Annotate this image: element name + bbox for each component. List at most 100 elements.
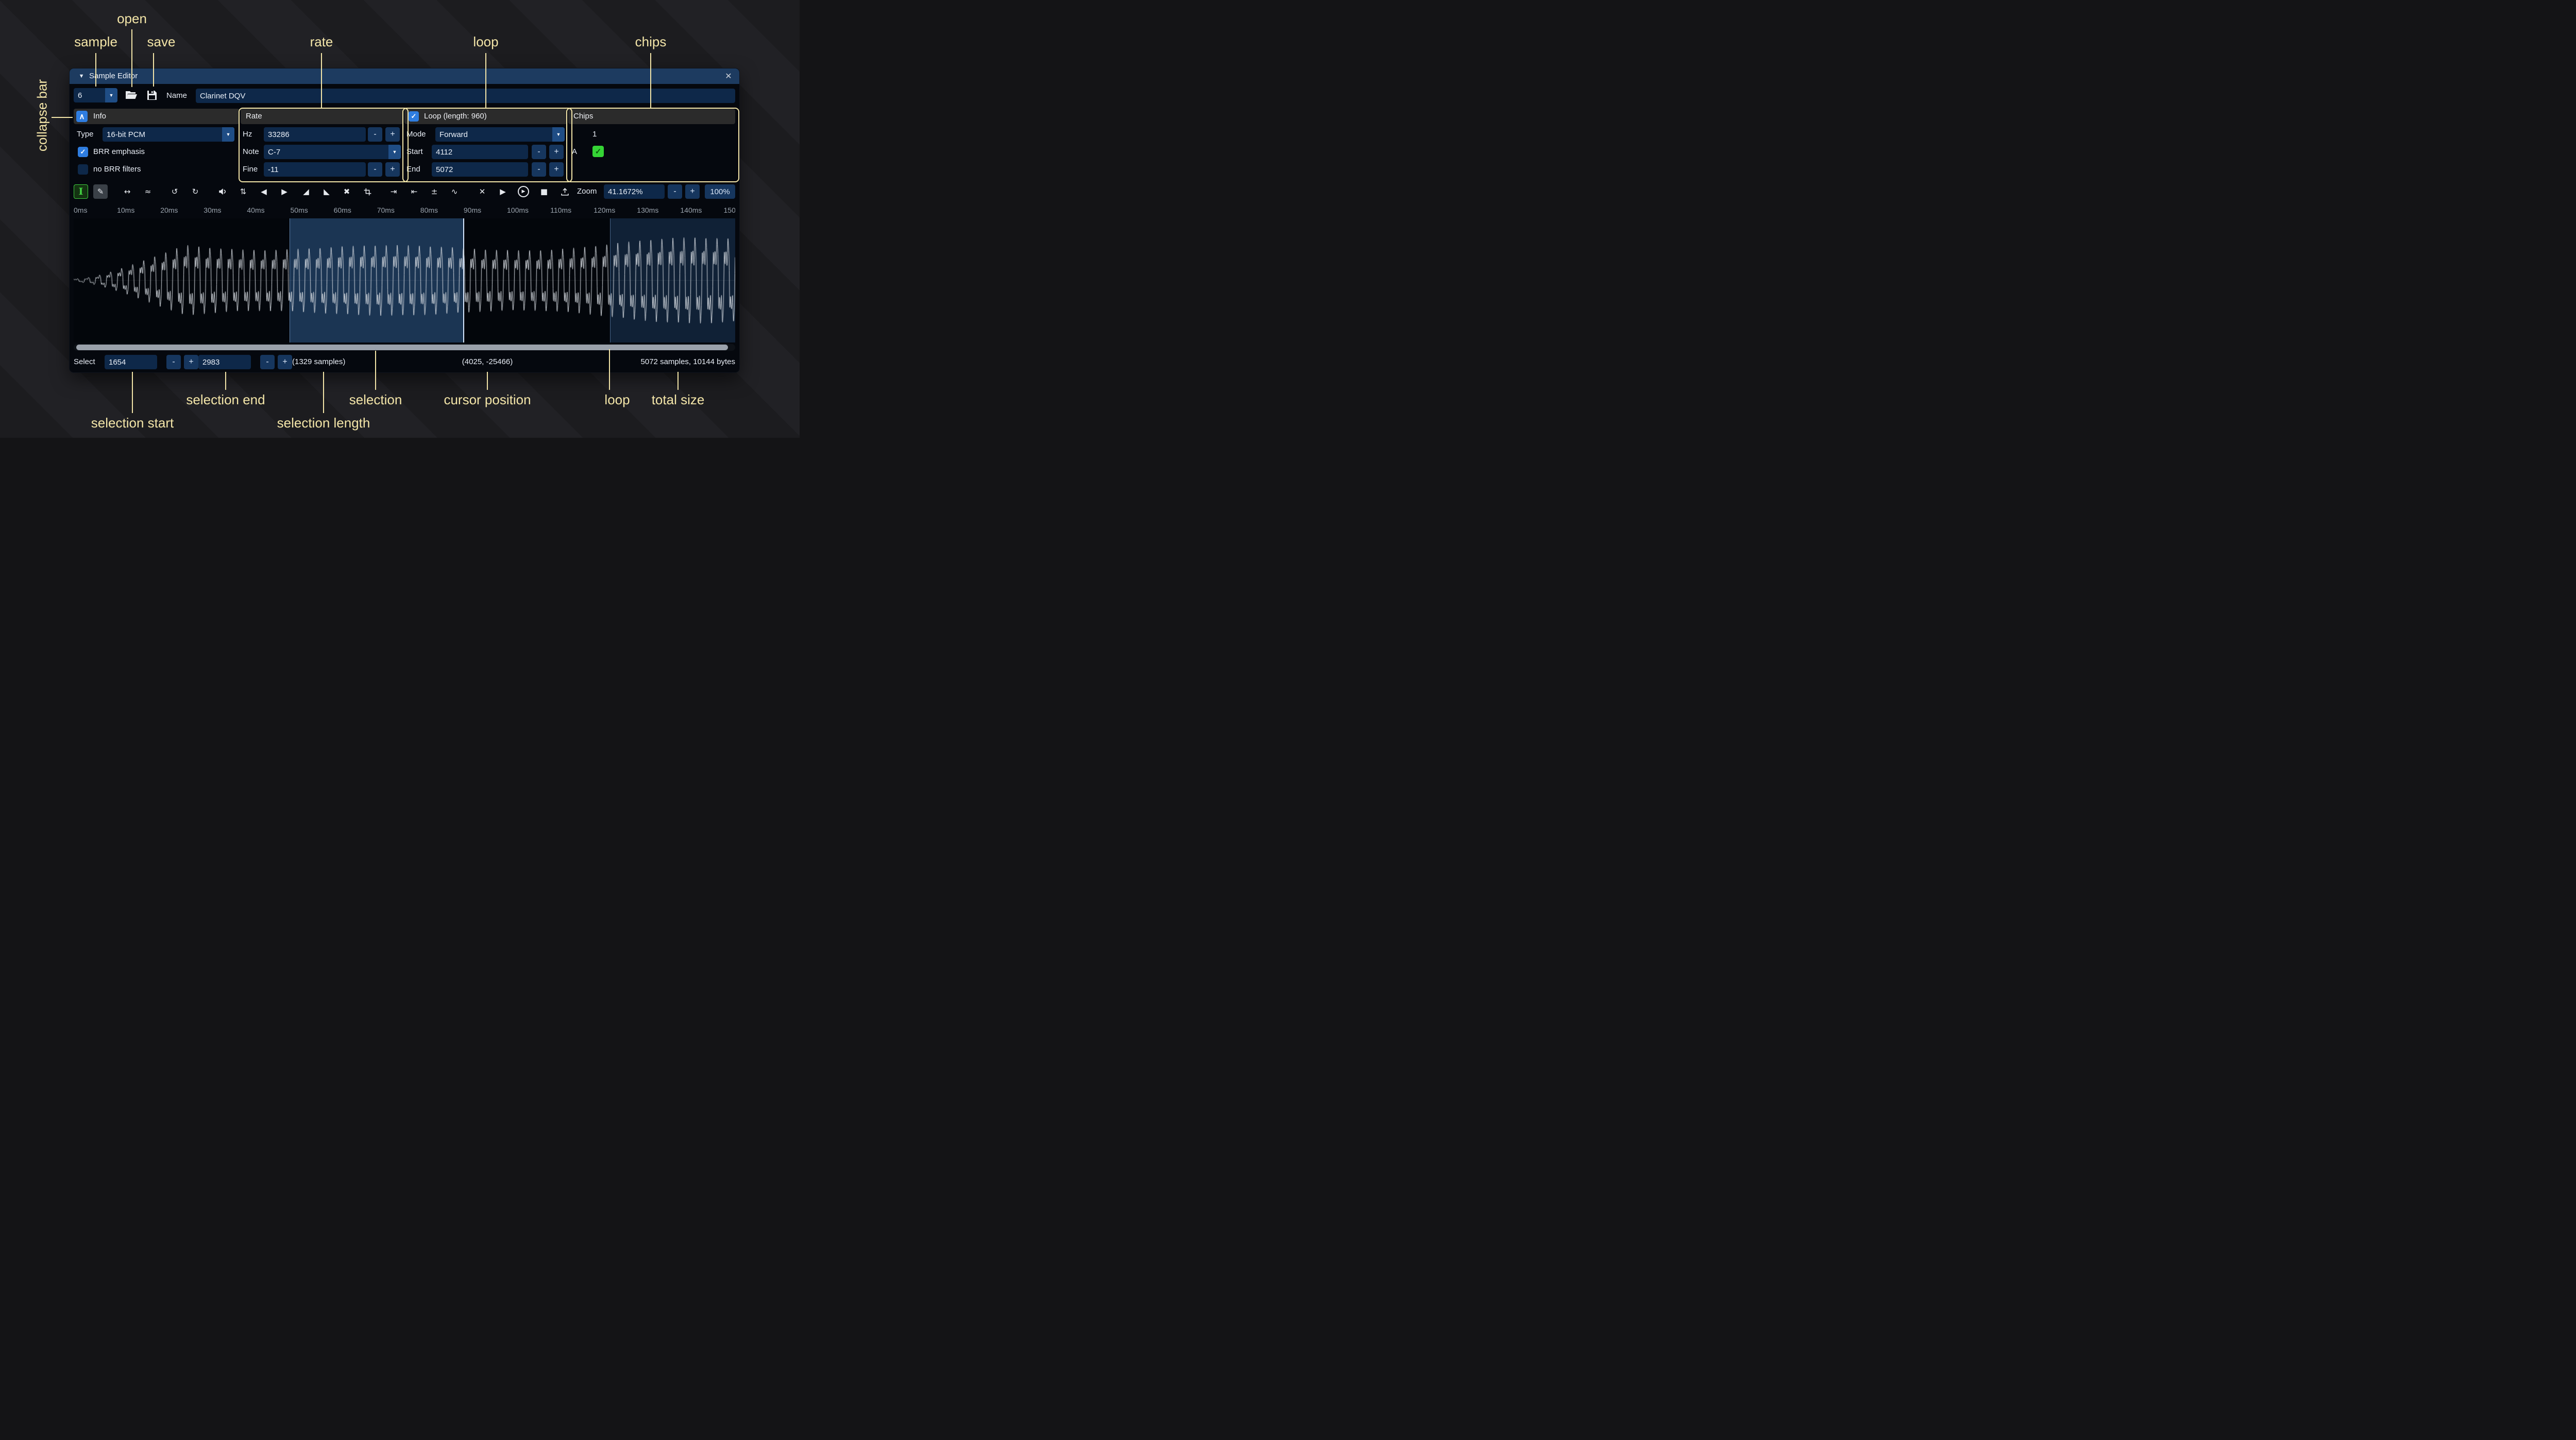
reverse-button[interactable]: ◀ xyxy=(257,184,271,199)
sign-invert-button[interactable]: ± xyxy=(427,184,442,199)
window-collapse-button[interactable]: ▼ xyxy=(76,68,87,84)
open-button[interactable] xyxy=(124,88,139,104)
annotation-selection-length-label: selection length xyxy=(277,415,370,431)
brr-emphasis-label: BRR emphasis xyxy=(93,145,145,159)
normalize-button[interactable]: ⇅ xyxy=(236,184,250,199)
preview-button[interactable]: ▶ xyxy=(496,184,510,199)
fine-input[interactable]: -11 xyxy=(264,162,366,177)
crossfade-icon: ✕ xyxy=(479,187,486,196)
loop-end-minus-button[interactable]: - xyxy=(532,162,546,177)
loop-mode-value: Forward xyxy=(439,130,468,139)
chip-a1-checkbox[interactable]: ✓ xyxy=(592,146,604,157)
zoom-input[interactable]: 41.1672% xyxy=(604,184,665,199)
crossfade-button[interactable]: ✕ xyxy=(475,184,489,199)
redo-button[interactable]: ↻ xyxy=(188,184,202,199)
loop-end-plus-button[interactable]: + xyxy=(549,162,564,177)
hz-label: Hz xyxy=(243,127,252,142)
sample-number-dropdown[interactable]: 6 ▼ xyxy=(74,88,117,102)
waveform-canvas[interactable] xyxy=(74,218,735,342)
fade-out-icon: ◣ xyxy=(324,187,330,196)
selection-end-minus-button[interactable]: - xyxy=(260,355,275,369)
fade-out-button[interactable]: ◣ xyxy=(319,184,334,199)
ruler-label: 120ms xyxy=(594,206,615,214)
loop-enable-checkbox[interactable]: ✓ xyxy=(409,111,419,122)
sample-toolbar: Zoom 41.1672% - + 100% I✎↔≈↺↻⇅◀▶◢◣✖⇥⇤±∿✕… xyxy=(74,184,735,199)
trim-button[interactable] xyxy=(360,184,375,199)
selection-end-plus-button[interactable]: + xyxy=(278,355,292,369)
amplify-button[interactable] xyxy=(215,184,230,199)
annotation-line xyxy=(132,372,133,413)
window-titlebar[interactable]: ▼ Sample Editor ✕ xyxy=(70,68,739,84)
no-brr-filters-checkbox[interactable] xyxy=(78,164,88,175)
resample-button[interactable]: ≈ xyxy=(141,184,155,199)
loop-end-label: End xyxy=(406,162,420,177)
insert-silence-button[interactable]: ⇥ xyxy=(386,184,401,199)
selection-start-input[interactable]: 1654 xyxy=(105,355,157,369)
draw-mode-icon: ✎ xyxy=(97,187,104,196)
loop-end-input[interactable]: 5072 xyxy=(432,162,528,177)
window-close-button[interactable]: ✕ xyxy=(722,68,735,84)
hz-minus-button[interactable]: - xyxy=(368,127,382,142)
draw-mode-button[interactable]: ✎ xyxy=(93,184,108,199)
annotation-line xyxy=(323,372,324,413)
hz-plus-button[interactable]: + xyxy=(385,127,400,142)
stop-button[interactable]: ■ xyxy=(537,184,551,199)
stop-icon: ■ xyxy=(540,187,548,196)
ruler-label: 140ms xyxy=(680,206,702,214)
selection-length-text: (1329 samples) xyxy=(292,354,345,370)
selection-start-minus-button[interactable]: - xyxy=(166,355,181,369)
scrollbar-thumb[interactable] xyxy=(76,345,728,350)
undo-button[interactable]: ↺ xyxy=(167,184,182,199)
chevron-down-icon[interactable]: ▼ xyxy=(552,127,565,142)
sample-type-dropdown[interactable]: 16-bit PCM ▼ xyxy=(103,127,234,142)
loop-start-label: Start xyxy=(406,145,423,159)
save-button[interactable] xyxy=(144,88,160,104)
fine-minus-button[interactable]: - xyxy=(368,162,382,177)
loop-mode-dropdown[interactable]: Forward ▼ xyxy=(435,127,565,142)
annotation-line xyxy=(225,372,226,390)
select-mode-button[interactable]: I xyxy=(74,184,88,199)
type-label: Type xyxy=(77,127,94,142)
chips-column-label: 1 xyxy=(592,127,597,142)
hz-input[interactable]: 33286 xyxy=(264,127,366,142)
window-content: 6 ▼ Name Clarinet DQV ∧ xyxy=(74,84,735,372)
ruler-label: 40ms xyxy=(247,206,264,214)
redo-icon: ↻ xyxy=(192,187,199,196)
name-input[interactable]: Clarinet DQV xyxy=(196,89,735,103)
play-position-button[interactable]: ▶ xyxy=(516,184,531,199)
selection-end-input[interactable]: 2983 xyxy=(198,355,251,369)
annotation-line xyxy=(487,372,488,390)
note-dropdown[interactable]: C-7 ▼ xyxy=(264,145,401,159)
info-panel-header[interactable]: ∧ Info xyxy=(74,109,240,124)
zoom-in-button[interactable]: + xyxy=(685,184,700,199)
ruler-label: 130ms xyxy=(637,206,658,214)
zoom-reset-button[interactable]: 100% xyxy=(705,184,735,199)
apply-silence-button[interactable]: ⇤ xyxy=(407,184,421,199)
total-size-text: 5072 samples, 10144 bytes xyxy=(641,354,735,370)
loop-start-input[interactable]: 4112 xyxy=(432,145,528,159)
loop-start-plus-button[interactable]: + xyxy=(549,145,564,159)
loop-start-minus-button[interactable]: - xyxy=(532,145,546,159)
zoom-out-button[interactable]: - xyxy=(668,184,682,199)
chevron-down-icon[interactable]: ▼ xyxy=(105,88,117,102)
filter-button[interactable]: ∿ xyxy=(447,184,462,199)
name-label: Name xyxy=(166,88,187,104)
silence-button[interactable]: ✖ xyxy=(340,184,354,199)
invert-button[interactable]: ▶ xyxy=(277,184,292,199)
amplify-icon xyxy=(218,187,227,196)
fine-plus-button[interactable]: + xyxy=(385,162,400,177)
resize-button[interactable]: ↔ xyxy=(120,184,134,199)
insert-silence-icon: ⇥ xyxy=(391,187,397,196)
fade-in-button[interactable]: ◢ xyxy=(299,184,313,199)
chevron-down-icon[interactable]: ▼ xyxy=(388,145,401,159)
undo-icon: ↺ xyxy=(172,187,178,196)
collapse-bar-button[interactable]: ∧ xyxy=(76,111,88,122)
brr-emphasis-checkbox[interactable]: ✓ xyxy=(78,147,88,157)
selection-start-plus-button[interactable]: + xyxy=(184,355,198,369)
waveform-view[interactable] xyxy=(74,218,735,342)
annotation-selection-label: selection xyxy=(349,392,402,408)
import-button[interactable] xyxy=(557,184,572,199)
annotation-selection-end-label: selection end xyxy=(186,392,265,408)
waveform-scrollbar[interactable] xyxy=(74,344,735,351)
chevron-down-icon[interactable]: ▼ xyxy=(222,127,234,142)
